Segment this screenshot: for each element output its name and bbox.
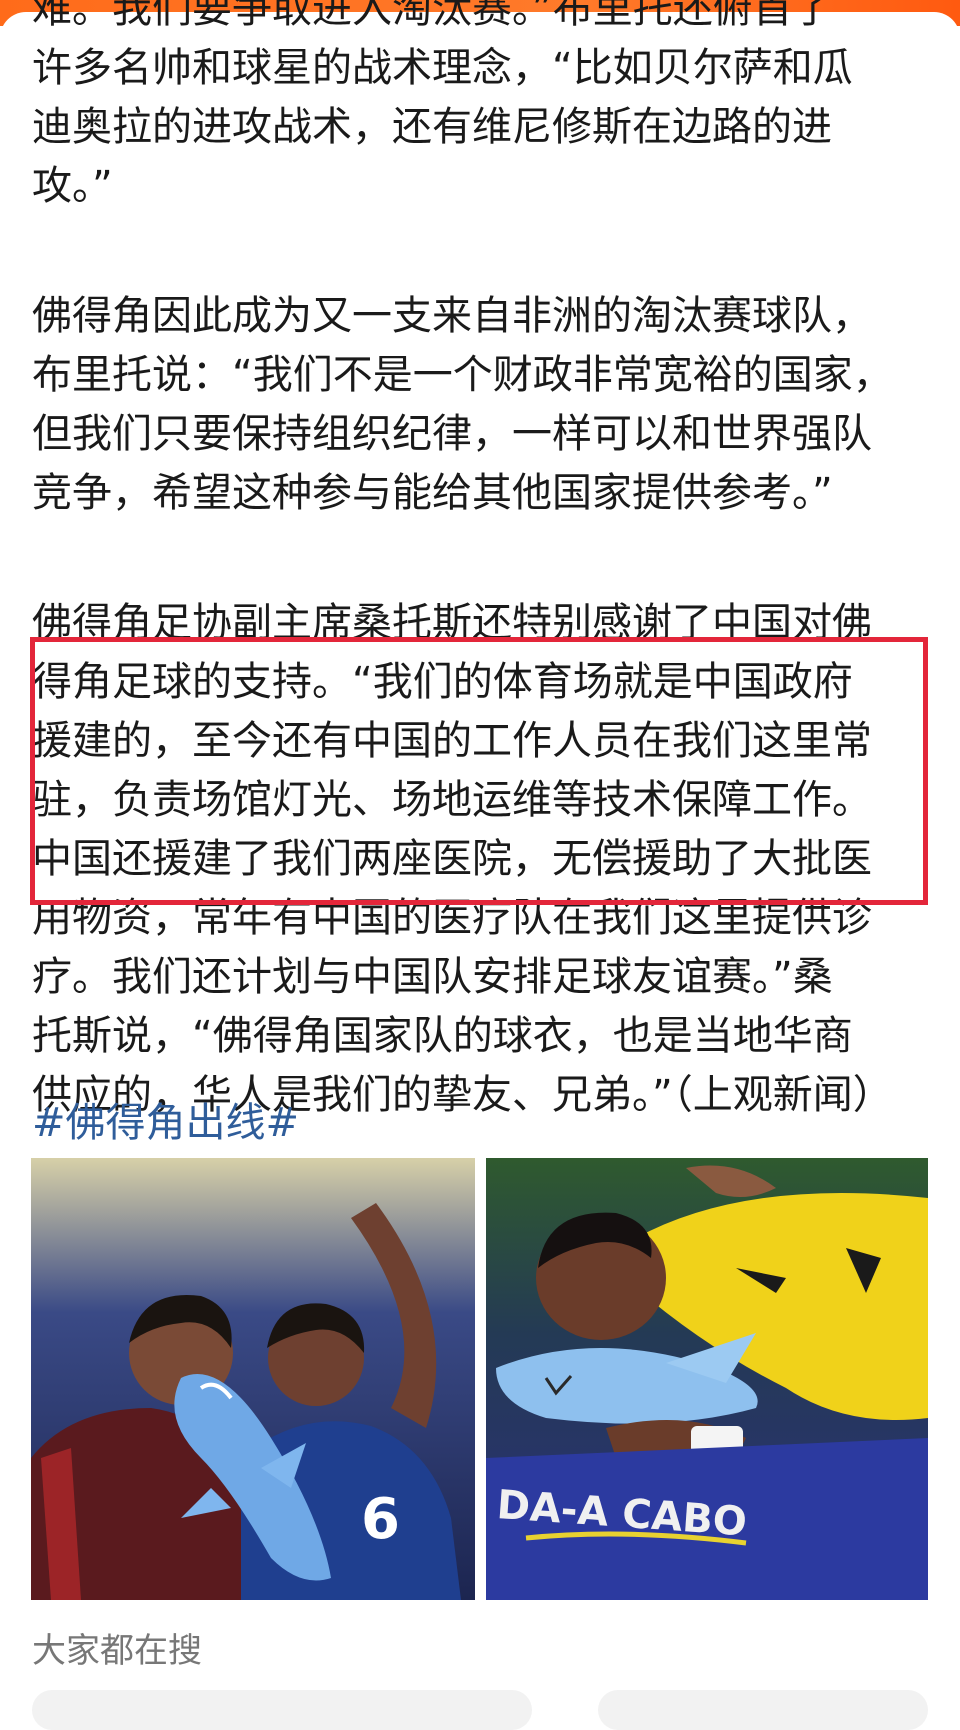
article-line: 布里托说：“我们不是一个财政非常宽裕的国家， <box>32 352 893 398</box>
trending-chip[interactable] <box>32 1690 532 1730</box>
trending-search-label: 大家都在搜 <box>32 1631 202 1671</box>
article-line: 托斯说，“佛得角国家队的球衣，也是当地华商 <box>32 1013 853 1059</box>
photo-celebration-left[interactable]: 6 <box>31 1158 475 1600</box>
article-line: 佛得角足协副主席桑托斯还特别感谢了中国对佛 <box>32 600 872 646</box>
article-line: 疗。我们还计划与中国队安排足球友谊赛。”桑 <box>32 954 833 1000</box>
photo-celebration-right[interactable]: DA-A CABO <box>486 1158 928 1600</box>
article-body: 难。我们要争取进入淘汰赛。”布里托还俯首了 许多名帅和球星的战术理念，“比如贝尔… <box>32 0 932 1125</box>
article-line: 竞争，希望这种参与能给其他国家提供参考。” <box>32 470 833 516</box>
article-line: 援建的，至今还有中国的工作人员在我们这里常 <box>32 718 872 764</box>
photo-right-illustration: DA-A CABO <box>486 1158 928 1600</box>
article-line: 佛得角因此成为又一支来自非洲的淘汰赛球队， <box>32 293 872 339</box>
article-line: 迪奥拉的进攻战术，还有维尼修斯在边路的进 <box>32 104 832 150</box>
article-line: 得角足球的支持。“我们的体育场就是中国政府 <box>32 659 853 705</box>
trending-chip[interactable] <box>598 1690 928 1730</box>
hashtag-link[interactable]: #佛得角出线# <box>32 1095 299 1151</box>
article-line: 许多名帅和球星的战术理念，“比如贝尔萨和瓜 <box>32 45 853 91</box>
article-line: 用物资，常年有中国的医疗队在我们这里提供诊 <box>32 895 872 941</box>
photo-left-illustration: 6 <box>31 1158 475 1600</box>
article-line: 攻。” <box>32 163 113 209</box>
article-line: 但我们只要保持组织纪律，一样可以和世界强队 <box>32 411 872 457</box>
article-line: 中国还援建了我们两座医院，无偿援助了大批医 <box>32 836 872 882</box>
svg-text:6: 6 <box>361 1487 400 1552</box>
article-line: 驻，负责场馆灯光、场地运维等技术保障工作。 <box>32 777 872 823</box>
article-line: 难。我们要争取进入淘汰赛。”布里托还俯首了 <box>32 0 833 32</box>
